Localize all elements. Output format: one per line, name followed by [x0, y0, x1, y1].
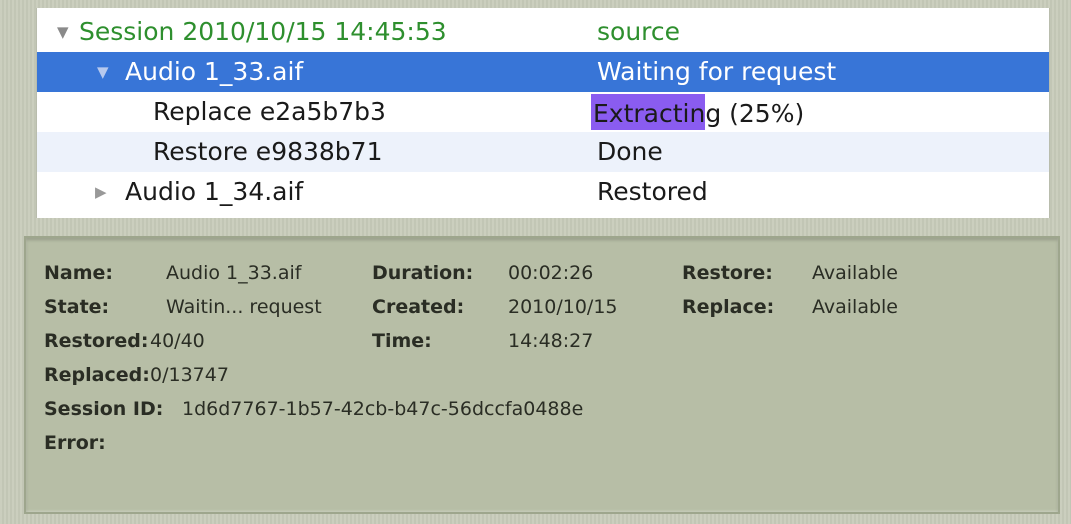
restored-value: 40/40	[150, 330, 205, 352]
duration-value: 00:02:26	[508, 262, 594, 284]
replaced-value: 0/13747	[150, 364, 229, 386]
created-value: 2010/10/15	[508, 296, 618, 318]
time-label: Time:	[372, 330, 432, 352]
tree-row-session[interactable]: ▼ Session 2010/10/15 14:45:53 source	[37, 12, 1049, 52]
tree-row-restore[interactable]: Restore e9838b71 Done	[37, 132, 1049, 172]
triangle-down-icon[interactable]: ▼	[97, 52, 109, 92]
item-name: Replace e2a5b7b3	[153, 97, 386, 126]
session-id-value: 1d6d7767-1b57-42cb-b47c-56dccfa0488e	[182, 398, 584, 420]
replace-value: Available	[812, 296, 899, 318]
session-tree[interactable]: ▼ Session 2010/10/15 14:45:53 source ▼ A…	[36, 8, 1050, 218]
tree-row-replace[interactable]: Replace e2a5b7b3 Extracting (25%)	[37, 92, 1049, 132]
restored-label: Restored:	[44, 330, 149, 352]
item-status: Waiting for request	[597, 57, 837, 86]
name-value: Audio 1_33.aif	[166, 262, 302, 284]
replace-label: Replace:	[682, 296, 775, 318]
restore-label: Restore:	[682, 262, 773, 284]
error-label: Error:	[44, 432, 106, 454]
restore-value: Available	[812, 262, 899, 284]
duration-label: Duration:	[372, 262, 474, 284]
state-value: Waitin... request	[166, 296, 322, 318]
name-label: Name:	[44, 262, 114, 284]
extract-progress: Extracting (25%)	[591, 94, 804, 130]
tree-row-audio-1-33[interactable]: ▼ Audio 1_33.aif Waiting for request	[37, 52, 1049, 92]
state-label: State:	[44, 296, 110, 318]
session-status: source	[597, 17, 681, 46]
session-id-label: Session ID:	[44, 398, 164, 420]
details-panel: Name: Audio 1_33.aif State: Waitin... re…	[24, 236, 1060, 514]
created-label: Created:	[372, 296, 465, 318]
item-name: Audio 1_33.aif	[125, 57, 304, 86]
time-value: 14:48:27	[508, 330, 594, 352]
item-name: Audio 1_34.aif	[125, 177, 304, 206]
triangle-right-icon[interactable]: ▶	[95, 172, 107, 212]
item-name: Restore e9838b71	[153, 137, 383, 166]
triangle-down-icon[interactable]: ▼	[57, 12, 69, 52]
item-status: Restored	[597, 177, 708, 206]
item-status: Extracting (25%)	[593, 99, 805, 128]
item-status: Done	[597, 137, 663, 166]
session-name: Session 2010/10/15 14:45:53	[79, 17, 447, 46]
tree-row-audio-1-34[interactable]: ▶ Audio 1_34.aif Restored	[37, 172, 1049, 212]
replaced-label: Replaced:	[44, 364, 150, 386]
